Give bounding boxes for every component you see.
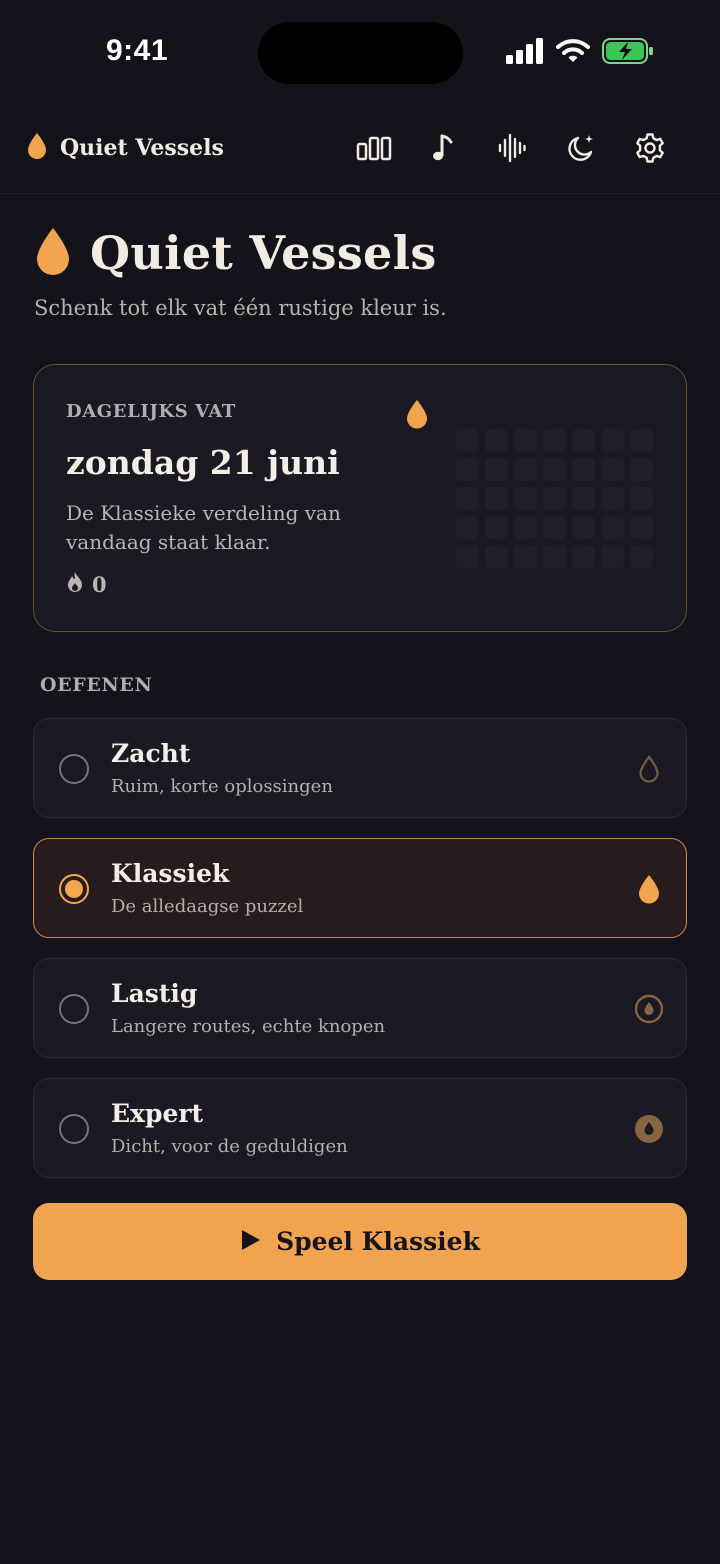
battery-charging-icon xyxy=(602,38,654,68)
grid-cell xyxy=(456,516,479,539)
mode-option-expert[interactable]: Expert Dicht, voor de geduldigen xyxy=(33,1078,687,1178)
app-screen: 9:41 Quiet Vessels Quiet Vessels Schenk … xyxy=(0,0,720,1564)
status-time: 9:41 xyxy=(106,34,169,67)
brand[interactable]: Quiet Vessels xyxy=(26,132,224,164)
soundwave-icon[interactable] xyxy=(477,128,546,168)
grid-cell xyxy=(601,516,624,539)
grid-cell xyxy=(630,487,653,510)
droplet-icon xyxy=(26,132,48,164)
grid-cell xyxy=(543,487,566,510)
droplet-icon xyxy=(406,399,428,433)
stats-icon[interactable] xyxy=(339,128,408,168)
page-subtitle: Schenk tot elk vat één rustige kleur is. xyxy=(34,296,447,320)
grid-cell xyxy=(630,516,653,539)
night-mode-icon[interactable] xyxy=(546,128,615,168)
grid-cell xyxy=(485,458,508,481)
status-icons xyxy=(506,38,654,68)
mode-subtitle: Dicht, voor de geduldigen xyxy=(111,1136,348,1157)
radio-button[interactable] xyxy=(59,754,89,784)
grid-cell xyxy=(485,516,508,539)
droplet-icon xyxy=(634,874,664,904)
droplet-filled-circle-icon xyxy=(634,1114,664,1144)
streak-counter: 0 xyxy=(66,571,107,598)
play-button-label: Speel Klassiek xyxy=(276,1227,480,1256)
mode-title: Zacht xyxy=(111,739,191,768)
difficulty-list: Zacht Ruim, korte oplossingen Klassiek D… xyxy=(33,718,687,1198)
grid-cell xyxy=(543,429,566,452)
brand-name: Quiet Vessels xyxy=(60,135,224,161)
grid-cell xyxy=(572,516,595,539)
grid-cell xyxy=(456,458,479,481)
mode-option-zacht[interactable]: Zacht Ruim, korte oplossingen xyxy=(33,718,687,818)
grid-cell xyxy=(630,458,653,481)
grid-cell xyxy=(485,487,508,510)
music-icon[interactable] xyxy=(408,128,477,168)
play-button[interactable]: Speel Klassiek xyxy=(33,1203,687,1280)
mode-subtitle: De alledaagse puzzel xyxy=(111,896,304,917)
puzzle-grid-preview xyxy=(456,429,653,568)
grid-cell xyxy=(514,545,537,568)
dynamic-island xyxy=(258,22,463,84)
toolbar xyxy=(339,128,684,168)
grid-cell xyxy=(456,429,479,452)
mode-title: Expert xyxy=(111,1099,204,1128)
page-title-text: Quiet Vessels xyxy=(90,226,437,280)
grid-cell xyxy=(485,429,508,452)
grid-cell xyxy=(572,545,595,568)
grid-cell xyxy=(572,429,595,452)
daily-label: DAGELIJKS VAT xyxy=(66,401,236,422)
droplet-icon xyxy=(34,226,72,280)
grid-cell xyxy=(543,516,566,539)
grid-cell xyxy=(572,458,595,481)
grid-cell xyxy=(630,429,653,452)
practice-section-label: OEFENEN xyxy=(40,674,153,696)
droplet-circle-icon xyxy=(634,994,664,1024)
grid-cell xyxy=(543,545,566,568)
grid-cell xyxy=(514,429,537,452)
grid-cell xyxy=(601,487,624,510)
mode-title: Lastig xyxy=(111,979,198,1008)
daily-description: De Klassieke verdeling van vandaag staat… xyxy=(66,501,341,554)
mode-subtitle: Langere routes, echte knopen xyxy=(111,1016,386,1037)
wifi-icon xyxy=(556,38,590,68)
flame-icon xyxy=(66,571,84,598)
grid-cell xyxy=(456,545,479,568)
status-bar: 9:41 xyxy=(0,0,720,100)
mode-option-lastig[interactable]: Lastig Langere routes, echte knopen xyxy=(33,958,687,1058)
grid-cell xyxy=(485,545,508,568)
top-bar: Quiet Vessels xyxy=(0,100,720,194)
mode-title: Klassiek xyxy=(111,859,230,888)
grid-cell xyxy=(572,487,595,510)
grid-cell xyxy=(630,545,653,568)
radio-button-selected[interactable] xyxy=(59,874,89,904)
settings-icon[interactable] xyxy=(615,128,684,168)
grid-cell xyxy=(601,545,624,568)
radio-button[interactable] xyxy=(59,994,89,1024)
grid-cell xyxy=(601,429,624,452)
droplet-outline-icon xyxy=(634,754,664,784)
grid-cell xyxy=(514,458,537,481)
mode-option-klassiek[interactable]: Klassiek De alledaagse puzzel xyxy=(33,838,687,938)
mode-subtitle: Ruim, korte oplossingen xyxy=(111,776,333,797)
daily-card[interactable]: DAGELIJKS VAT zondag 21 juni De Klassiek… xyxy=(33,364,687,632)
play-icon xyxy=(240,1228,262,1255)
page-title: Quiet Vessels xyxy=(34,226,437,280)
radio-button[interactable] xyxy=(59,1114,89,1144)
grid-cell xyxy=(543,458,566,481)
streak-value: 0 xyxy=(92,572,107,597)
grid-cell xyxy=(514,487,537,510)
daily-date: zondag 21 juni xyxy=(66,443,340,482)
grid-cell xyxy=(601,458,624,481)
signal-icon xyxy=(506,38,544,68)
grid-cell xyxy=(456,487,479,510)
grid-cell xyxy=(514,516,537,539)
